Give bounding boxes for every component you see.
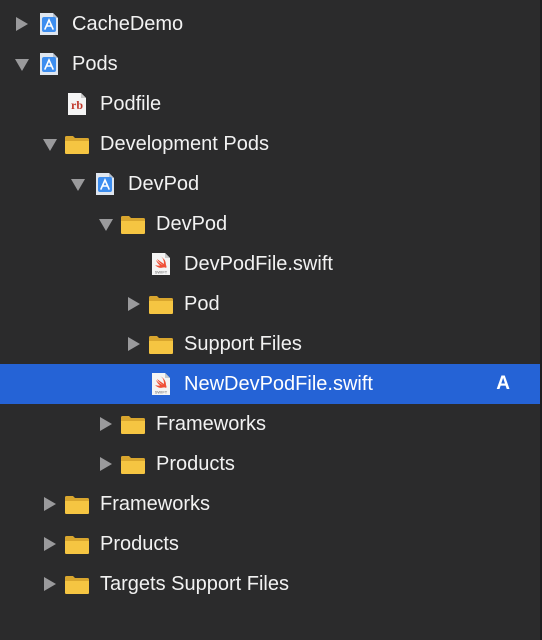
- navigator-row-label: DevPod: [156, 213, 228, 235]
- disclosure-collapsed-icon[interactable]: [96, 444, 116, 484]
- navigator-row-label: Development Pods: [100, 133, 269, 155]
- disclosure-expanded-icon[interactable]: [40, 124, 60, 164]
- navigator-row-label: NewDevPodFile.swift: [184, 373, 373, 395]
- swift-file-icon: SWIFT: [148, 252, 174, 276]
- navigator-row-label: Products: [156, 453, 235, 475]
- folder-icon: [148, 332, 174, 356]
- navigator-row[interactable]: DevPod: [0, 204, 540, 244]
- navigator-row[interactable]: Products: [0, 524, 540, 564]
- folder-icon: [64, 532, 90, 556]
- svg-text:rb: rb: [71, 98, 83, 112]
- navigator-row-label: Targets Support Files: [100, 573, 289, 595]
- disclosure-collapsed-icon[interactable]: [12, 4, 32, 44]
- navigator-row[interactable]: SWIFT NewDevPodFile.swift A: [0, 364, 540, 404]
- project-navigator-tree: CacheDemo Pods rb Podfile Development Pods De…: [0, 4, 540, 604]
- navigator-row[interactable]: rb Podfile: [0, 84, 540, 124]
- disclosure-collapsed-icon[interactable]: [40, 484, 60, 524]
- folder-icon: [120, 452, 146, 476]
- navigator-row-label: Products: [100, 533, 179, 555]
- navigator-row[interactable]: DevPod: [0, 164, 540, 204]
- disclosure-expanded-icon[interactable]: [68, 164, 88, 204]
- navigator-row-label: Pods: [72, 53, 118, 75]
- navigator-row[interactable]: SWIFT DevPodFile.swift: [0, 244, 540, 284]
- navigator-row[interactable]: Targets Support Files: [0, 564, 540, 604]
- navigator-row-label: CacheDemo: [72, 13, 184, 35]
- disclosure-collapsed-icon[interactable]: [124, 284, 144, 324]
- ruby-file-icon: rb: [64, 92, 90, 116]
- swift-file-icon: SWIFT: [148, 372, 174, 396]
- navigator-row[interactable]: Frameworks: [0, 484, 540, 524]
- folder-icon: [64, 492, 90, 516]
- navigator-row[interactable]: Support Files: [0, 324, 540, 364]
- folder-icon: [148, 292, 174, 316]
- navigator-row-label: Pod: [184, 293, 220, 315]
- navigator-row[interactable]: Products: [0, 444, 540, 484]
- disclosure-expanded-icon[interactable]: [96, 204, 116, 244]
- navigator-row[interactable]: CacheDemo: [0, 4, 540, 44]
- folder-icon: [120, 212, 146, 236]
- svg-text:SWIFT: SWIFT: [155, 270, 168, 275]
- navigator-row-label: Support Files: [184, 333, 302, 355]
- disclosure-collapsed-icon[interactable]: [40, 564, 60, 604]
- navigator-row[interactable]: Pod: [0, 284, 540, 324]
- disclosure-collapsed-icon[interactable]: [96, 404, 116, 444]
- navigator-row[interactable]: Pods: [0, 44, 540, 84]
- xcode-project-icon: [36, 52, 62, 76]
- navigator-row-label: DevPod: [128, 173, 200, 195]
- navigator-row-label: DevPodFile.swift: [184, 253, 333, 275]
- scm-status-badge: A: [496, 373, 510, 394]
- xcode-project-icon: [36, 12, 62, 36]
- navigator-row-label: Frameworks: [156, 413, 267, 435]
- navigator-row[interactable]: Development Pods: [0, 124, 540, 164]
- xcode-project-icon: [92, 172, 118, 196]
- navigator-row-label: Frameworks: [100, 493, 211, 515]
- disclosure-expanded-icon[interactable]: [12, 44, 32, 84]
- navigator-row[interactable]: Frameworks: [0, 404, 540, 444]
- folder-icon: [120, 412, 146, 436]
- navigator-row-label: Podfile: [100, 93, 162, 115]
- folder-icon: [64, 132, 90, 156]
- svg-text:SWIFT: SWIFT: [155, 390, 168, 395]
- folder-icon: [64, 572, 90, 596]
- disclosure-collapsed-icon[interactable]: [40, 524, 60, 564]
- disclosure-collapsed-icon[interactable]: [124, 324, 144, 364]
